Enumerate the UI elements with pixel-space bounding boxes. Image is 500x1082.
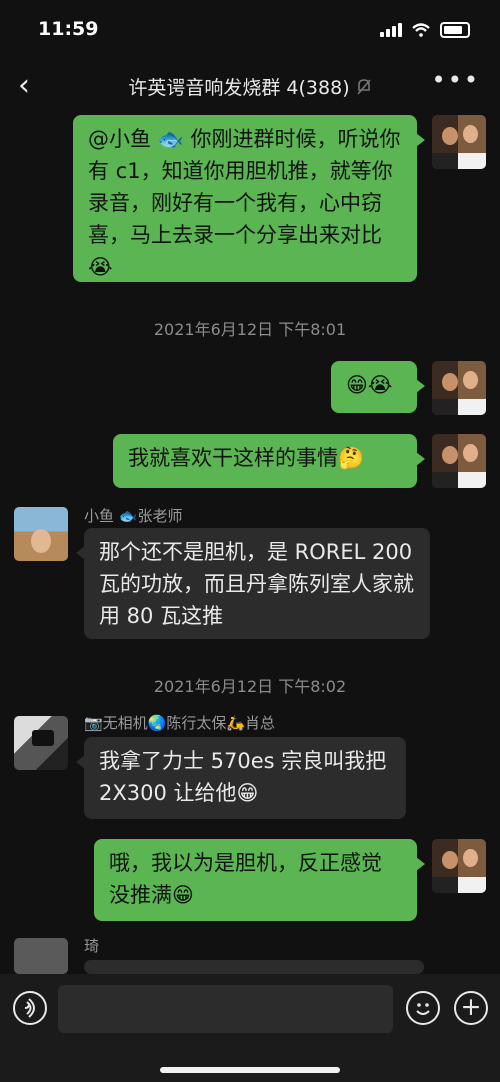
avatar-me[interactable]	[432, 839, 486, 893]
message-text: 我拿了力士 570es 宗良叫我把 2X300 让给他😁	[99, 749, 387, 805]
wifi-icon	[412, 23, 430, 37]
sender-name: 📷无相机🌏陈行太保🛵肖总	[84, 714, 276, 732]
message-text: @小鱼 🐟 你刚进群时候，听说你有 c1，知道你用胆机推，就等你录音，刚好有一个…	[88, 127, 401, 279]
input-bar: +	[0, 974, 500, 1082]
message-text: 那个还不是胆机，是 ROREL 200 瓦的功放，而且丹拿陈列室人家就用 80 …	[99, 540, 414, 628]
message-bubble[interactable]: 那个还不是胆机，是 ROREL 200 瓦的功放，而且丹拿陈列室人家就用 80 …	[76, 528, 430, 639]
sender-name: 小鱼 🐟张老师	[84, 507, 183, 525]
message-bubble[interactable]: 我就喜欢干这样的事情🤔	[113, 434, 425, 488]
timestamp: 2021年6月12日 下午8:01	[153, 320, 347, 339]
voice-button[interactable]	[13, 991, 47, 1025]
chat-title: 许英谔音响发烧群 4(388)	[0, 73, 500, 100]
emoji-icon	[416, 1003, 430, 1015]
message-bubble[interactable]: @小鱼 🐟 你刚进群时候，听说你有 c1，知道你用胆机推，就等你录音，刚好有一个…	[73, 115, 425, 282]
avatar-me[interactable]	[432, 434, 486, 488]
status-icons	[380, 22, 470, 38]
avatar-xiaoyu[interactable]	[14, 507, 68, 561]
message-input[interactable]	[58, 985, 393, 1033]
message-bubble[interactable]: 😁😭	[331, 361, 425, 413]
plus-button[interactable]: +	[454, 991, 488, 1025]
avatar-me[interactable]	[432, 361, 486, 415]
emoji-button[interactable]	[406, 991, 440, 1025]
message-bubble[interactable]	[76, 960, 424, 992]
home-indicator	[160, 1067, 340, 1073]
message-text: 😁😭	[346, 373, 393, 397]
chat-header: ‹ 许英谔音响发烧群 4(388) •••	[0, 62, 500, 108]
message-bubble[interactable]: 哦，我以为是胆机，反正感觉没推满😁	[94, 839, 425, 921]
avatar-qi[interactable]	[14, 938, 68, 974]
more-button[interactable]: •••	[432, 66, 480, 94]
timestamp: 2021年6月12日 下午8:02	[153, 677, 347, 696]
message-text: 哦，我以为是胆机，反正感觉没推满😁	[109, 851, 382, 907]
battery-icon	[440, 22, 470, 38]
chat-title-text: 许英谔音响发烧群 4(388)	[128, 77, 350, 99]
voice-icon	[24, 998, 35, 1018]
message-bubble[interactable]: 我拿了力士 570es 宗良叫我把 2X300 让给他😁	[76, 737, 406, 819]
sender-name: 琦	[84, 937, 100, 955]
avatar-camera-user[interactable]	[14, 716, 68, 770]
status-bar: 11:59	[0, 0, 500, 62]
avatar-me[interactable]	[432, 115, 486, 169]
signal-icon	[380, 23, 402, 37]
message-text: 我就喜欢干这样的事情🤔	[128, 446, 365, 470]
status-time: 11:59	[38, 18, 99, 40]
mute-bell-icon	[357, 79, 371, 95]
